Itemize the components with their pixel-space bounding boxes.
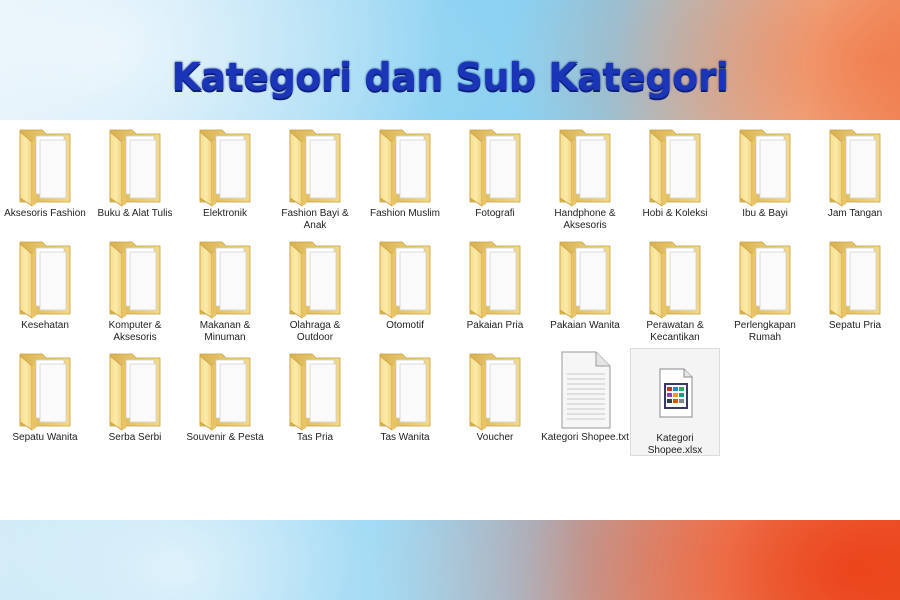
folder-icon <box>102 124 168 208</box>
item-label: Komputer & Aksesoris <box>108 320 162 343</box>
item-label: Kesehatan <box>21 320 69 331</box>
folder-item[interactable]: Fashion Muslim <box>360 124 450 232</box>
item-label: Perlengkapan Rumah <box>734 320 796 343</box>
item-label: Fashion Bayi & Anak <box>281 208 349 231</box>
folder-icon <box>552 236 618 320</box>
folder-icon <box>372 124 438 208</box>
folder-icon <box>12 124 78 208</box>
folder-item[interactable]: Sepatu Pria <box>810 236 900 344</box>
folder-item[interactable]: Tas Pria <box>270 348 360 456</box>
folder-icon <box>822 124 888 208</box>
item-label: Sepatu Pria <box>828 320 882 331</box>
folder-item[interactable]: Fotografi <box>450 124 540 232</box>
folder-item[interactable]: Otomotif <box>360 236 450 344</box>
item-label: Ibu & Bayi <box>742 208 788 219</box>
item-label: Kategori Shopee.txt <box>541 432 629 443</box>
folder-item[interactable]: Tas Wanita <box>360 348 450 456</box>
folder-item[interactable]: Pakaian Wanita <box>540 236 630 344</box>
spreadsheet-file-icon <box>642 349 708 433</box>
file-explorer-panel: Aksesoris Fashion Buku & Alat Tulis Elek… <box>0 120 900 520</box>
item-label: Tas Wanita <box>380 432 430 443</box>
folder-icon <box>282 348 348 432</box>
folder-item[interactable]: Fashion Bayi & Anak <box>270 124 360 232</box>
folder-icon <box>822 236 888 320</box>
item-label: Handphone & Aksesoris <box>554 208 616 231</box>
folder-item[interactable]: Perlengkapan Rumah <box>720 236 810 344</box>
folder-item[interactable]: Pakaian Pria <box>450 236 540 344</box>
item-label: Makanan & Minuman <box>199 320 251 343</box>
folder-item[interactable]: Hobi & Koleksi <box>630 124 720 232</box>
folder-item[interactable]: Jam Tangan <box>810 124 900 232</box>
item-label: Souvenir & Pesta <box>186 432 264 443</box>
item-label: Fashion Muslim <box>369 208 441 219</box>
folder-icon <box>372 348 438 432</box>
item-label: Kategori Shopee.xlsx <box>647 433 703 456</box>
folder-icon <box>282 124 348 208</box>
item-label: Pakaian Pria <box>466 320 524 331</box>
folder-icon <box>372 236 438 320</box>
folder-item[interactable]: Makanan & Minuman <box>180 236 270 344</box>
folder-icon <box>642 236 708 320</box>
folder-item[interactable]: Ibu & Bayi <box>720 124 810 232</box>
item-label: Pakaian Wanita <box>550 320 620 331</box>
item-label: Tas Pria <box>296 432 334 443</box>
folder-item[interactable]: Souvenir & Pesta <box>180 348 270 456</box>
item-label: Buku & Alat Tulis <box>97 208 173 219</box>
folder-icon <box>192 124 258 208</box>
folder-item[interactable]: Buku & Alat Tulis <box>90 124 180 232</box>
folder-icon <box>192 348 258 432</box>
item-label: Fotografi <box>475 208 515 219</box>
item-label: Hobi & Koleksi <box>642 208 708 219</box>
item-label: Serba Serbi <box>108 432 162 443</box>
folder-item[interactable]: Komputer & Aksesoris <box>90 236 180 344</box>
folder-item[interactable]: Kesehatan <box>0 236 90 344</box>
folder-icon <box>102 236 168 320</box>
folder-item[interactable]: Voucher <box>450 348 540 456</box>
file-item[interactable]: Kategori Shopee.txt <box>540 348 630 456</box>
folder-icon <box>12 348 78 432</box>
folder-item[interactable]: Perawatan & Kecantikan <box>630 236 720 344</box>
folder-item[interactable]: Olahraga & Outdoor <box>270 236 360 344</box>
folder-item[interactable]: Elektronik <box>180 124 270 232</box>
folder-icon <box>192 236 258 320</box>
folder-icon <box>642 124 708 208</box>
folder-item[interactable]: Sepatu Wanita <box>0 348 90 456</box>
item-label: Olahraga & Outdoor <box>289 320 341 343</box>
page-title: Kategori dan Sub Kategori <box>171 55 729 99</box>
item-label: Jam Tangan <box>827 208 883 219</box>
item-label: Otomotif <box>386 320 424 331</box>
folder-icon <box>462 236 528 320</box>
item-label: Aksesoris Fashion <box>4 208 86 219</box>
folder-icon <box>462 124 528 208</box>
folder-icon <box>732 236 798 320</box>
folder-item[interactable]: Serba Serbi <box>90 348 180 456</box>
folder-icon <box>732 124 798 208</box>
item-label: Perawatan & Kecantikan <box>646 320 704 343</box>
folder-icon <box>102 348 168 432</box>
item-label: Elektronik <box>203 208 247 219</box>
text-file-icon <box>552 348 618 432</box>
item-label: Voucher <box>476 432 514 443</box>
folder-item[interactable]: Handphone & Aksesoris <box>540 124 630 232</box>
folder-item[interactable]: Aksesoris Fashion <box>0 124 90 232</box>
folder-icon <box>462 348 528 432</box>
item-label: Sepatu Wanita <box>12 432 78 443</box>
folder-icon <box>282 236 348 320</box>
folder-icon <box>12 236 78 320</box>
folder-icon <box>552 124 618 208</box>
file-item[interactable]: Kategori Shopee.xlsx <box>630 348 720 456</box>
